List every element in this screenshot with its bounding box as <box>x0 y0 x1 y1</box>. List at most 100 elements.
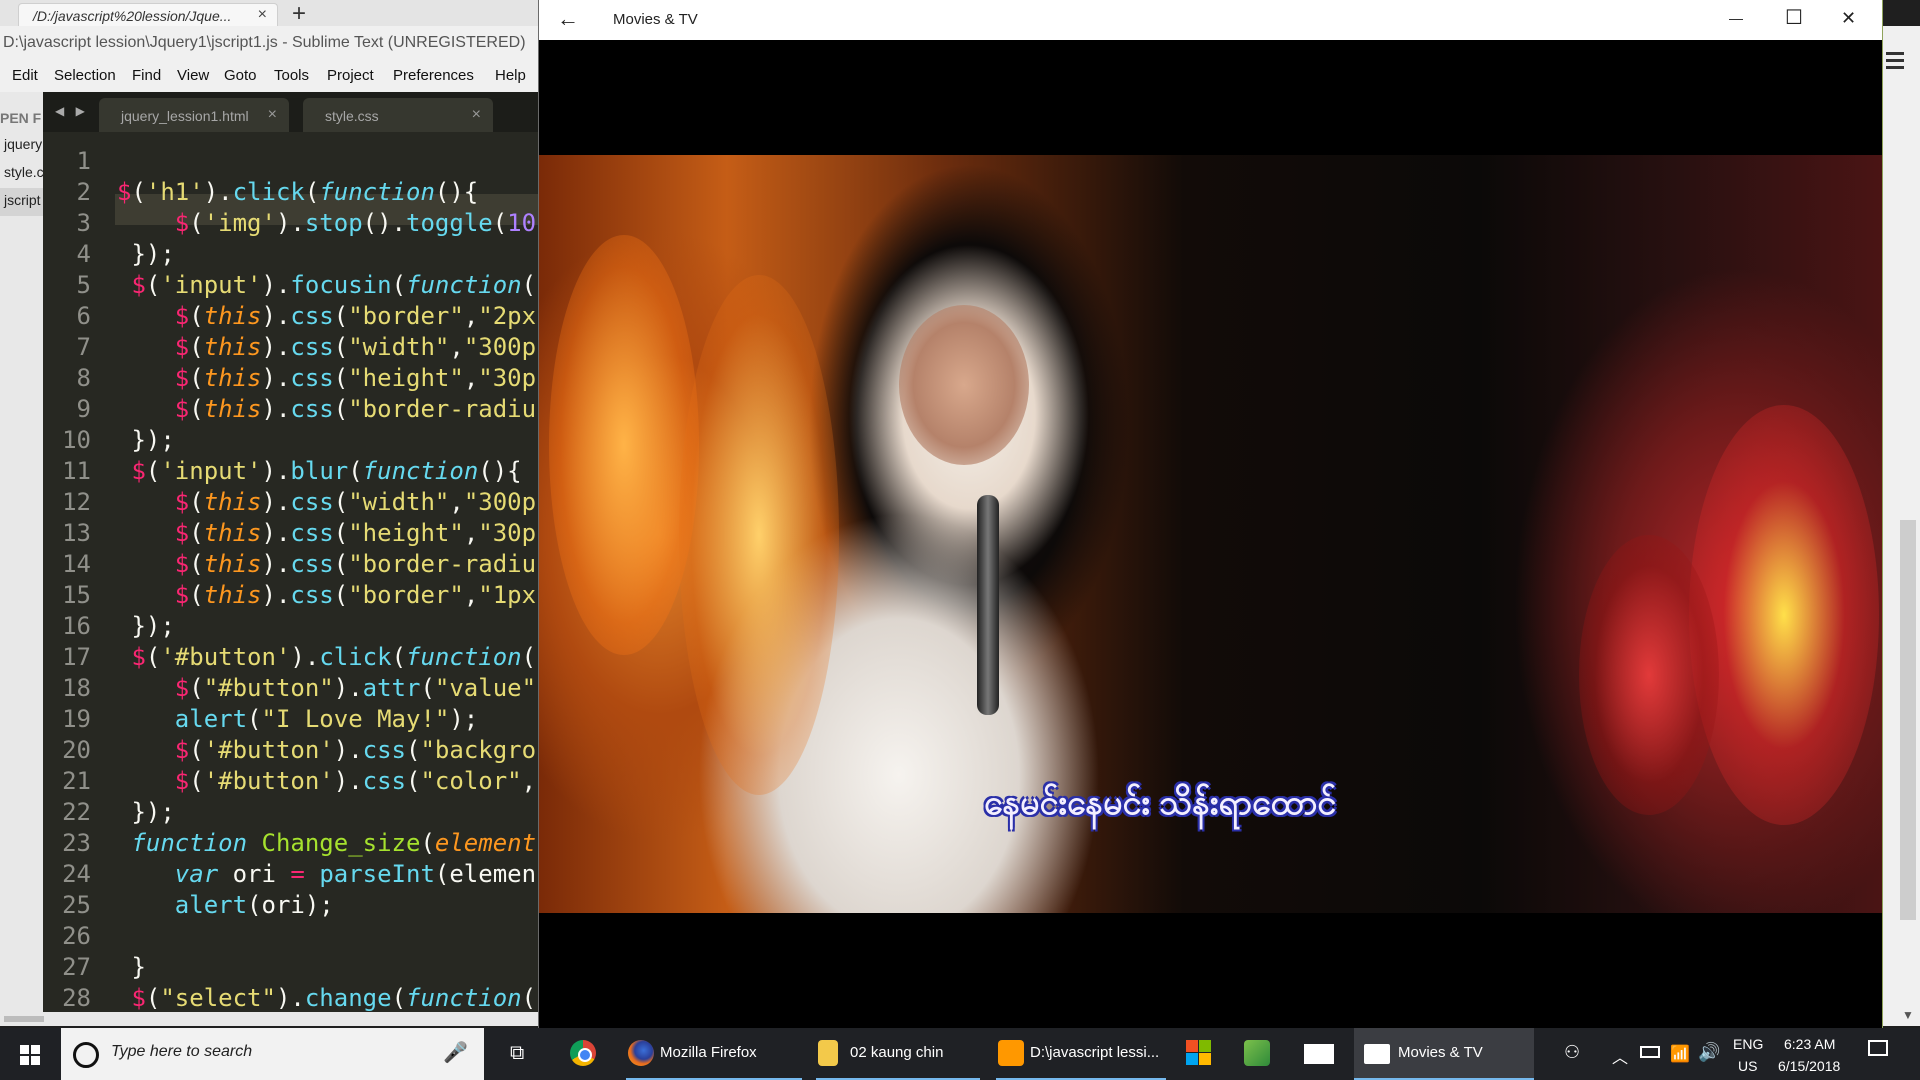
code-line-15: $(this).css("border","1px <box>174 581 537 609</box>
tab-jquery-lession1[interactable]: jquery_lession1.html × <box>99 98 289 132</box>
volume-icon[interactable]: 🔊 <box>1698 1042 1720 1063</box>
stage-light <box>679 275 839 795</box>
taskbar-app-label: Mozilla Firefox <box>660 1044 757 1061</box>
flower-bouquet <box>1689 405 1879 825</box>
menu-view[interactable]: View <box>177 67 209 84</box>
scroll-thumb[interactable] <box>4 1016 44 1022</box>
paint-icon <box>1244 1040 1270 1066</box>
video-frame[interactable]: နေမင်းနေမင်း သိန်းရာထောင် <box>539 155 1882 913</box>
line-number: 5 <box>76 271 91 299</box>
store-icon-part <box>1199 1040 1211 1052</box>
task-view-button[interactable]: ⧉ <box>500 1028 540 1080</box>
chrome-button[interactable] <box>566 1028 606 1080</box>
microphone <box>977 495 999 715</box>
menu-tools[interactable]: Tools <box>274 67 309 84</box>
code-line-25: alert(ori); <box>174 891 334 919</box>
movies-tv-taskbar-button[interactable]: Movies & TV <box>1354 1028 1534 1080</box>
browser-tab-close-icon[interactable]: × <box>258 6 267 24</box>
start-button[interactable] <box>0 1028 58 1080</box>
taskbar-app-label: 02 kaung chin <box>850 1044 944 1061</box>
mail-button[interactable] <box>1304 1028 1338 1080</box>
cortana-icon <box>73 1042 99 1068</box>
menu-edit[interactable]: Edit <box>12 67 38 84</box>
scroll-down-arrow-icon[interactable]: ▼ <box>1902 1008 1914 1022</box>
sidebar-file-jscript[interactable]: jscript <box>4 192 41 208</box>
windows-logo-icon <box>20 1045 40 1065</box>
line-number: 10 <box>62 426 91 454</box>
line-number: 21 <box>62 767 91 795</box>
paint-button[interactable] <box>1244 1028 1274 1080</box>
code-line-10: }); <box>117 426 175 454</box>
hamburger-menu-icon[interactable] <box>1886 52 1904 73</box>
action-center-icon[interactable] <box>1868 1040 1888 1056</box>
tab-close-icon[interactable]: × <box>472 106 481 124</box>
minimize-button[interactable]: — <box>1729 10 1743 26</box>
people-icon[interactable]: ⚇ <box>1564 1042 1580 1063</box>
browser-tabbar: /D:/javascript%20lession/Jque... × + <box>0 0 540 28</box>
new-tab-button[interactable]: + <box>292 0 306 28</box>
code-area[interactable]: 1 2 3 4 5 6 7 8 9 10 11 12 13 14 15 16 17 18 19 20 21 22 23 24 2… <box>43 132 540 1012</box>
menu-help[interactable]: Help <box>495 67 526 84</box>
battery-icon[interactable] <box>1640 1046 1660 1058</box>
background-vertical-scrollbar[interactable] <box>1900 520 1916 920</box>
code-line-20: $('#button').css("backgro <box>174 736 537 764</box>
menu-project[interactable]: Project <box>327 67 374 84</box>
line-number: 1 <box>76 147 91 175</box>
sidebar-header: PEN F <box>0 110 42 126</box>
line-number: 28 <box>62 984 91 1012</box>
firefox-taskbar-button[interactable]: Mozilla Firefox <box>626 1028 802 1080</box>
store-icon-part <box>1186 1053 1198 1065</box>
app-title: Movies & TV <box>613 11 698 28</box>
explorer-taskbar-button[interactable]: 02 kaung chin <box>816 1028 980 1080</box>
chevron-up-icon[interactable]: ︿ <box>1612 1044 1628 1068</box>
line-number: 17 <box>62 643 91 671</box>
network-icon[interactable]: 📶 <box>1670 1044 1690 1064</box>
menu-selection[interactable]: Selection <box>54 67 116 84</box>
microphone-icon[interactable]: 🎤 <box>443 1040 468 1065</box>
stage-light <box>549 235 699 655</box>
code-line-19: alert("I Love May!"); <box>174 705 479 733</box>
menu-find[interactable]: Find <box>132 67 161 84</box>
back-arrow-icon[interactable]: ← <box>557 6 579 32</box>
language-bottom[interactable]: US <box>1738 1058 1757 1074</box>
line-number: 22 <box>62 798 91 826</box>
store-button[interactable] <box>1186 1028 1216 1080</box>
line-number: 9 <box>76 395 91 423</box>
clock-time[interactable]: 6:23 AM <box>1784 1036 1835 1052</box>
code-line-22: }); <box>117 798 175 826</box>
sidebar-file-jquery[interactable]: jquery <box>4 136 42 152</box>
menu-preferences[interactable]: Preferences <box>393 67 474 84</box>
code-line-27: } <box>117 953 146 981</box>
taskbar-app-label: D:\javascript lessi... <box>1030 1044 1160 1061</box>
browser-tab[interactable]: /D:/javascript%20lession/Jque... × <box>18 3 278 27</box>
code-line-13: $(this).css("height","30p <box>174 519 537 547</box>
sidebar-file-style[interactable]: style.c <box>4 164 44 180</box>
line-number: 24 <box>62 860 91 888</box>
line-number: 14 <box>62 550 91 578</box>
sublime-sidebar <box>0 92 43 1026</box>
tab-close-icon[interactable]: × <box>268 106 277 124</box>
taskbar-search[interactable]: Type here to search 🎤 <box>61 1028 484 1080</box>
maximize-button[interactable]: ☐ <box>1785 5 1803 30</box>
code-line-3: $('img').stop().toggle(10 <box>174 209 537 237</box>
close-button[interactable]: ✕ <box>1841 8 1856 29</box>
tab-scroll-arrows-icon[interactable]: ◀ ▶ <box>55 104 89 118</box>
sublime-taskbar-button[interactable]: D:\javascript lessi... <box>996 1028 1166 1080</box>
taskbar-app-label: Movies & TV <box>1398 1044 1483 1061</box>
tab-label: style.css <box>325 108 379 124</box>
tab-label: jquery_lession1.html <box>121 108 249 124</box>
line-number: 8 <box>76 364 91 392</box>
mail-icon <box>1304 1044 1334 1064</box>
code-line-5: $('input').focusin(function( <box>131 271 537 299</box>
clock-date[interactable]: 6/15/2018 <box>1778 1058 1840 1074</box>
line-number: 27 <box>62 953 91 981</box>
code-editor[interactable]: ◀ ▶ jquery_lession1.html × style.css × 1… <box>43 92 540 1026</box>
menu-goto[interactable]: Goto <box>224 67 257 84</box>
editor-horizontal-scrollbar[interactable] <box>0 1012 540 1026</box>
code-line-17: $('#button').click(function( <box>131 643 537 671</box>
tab-style-css[interactable]: style.css × <box>303 98 493 132</box>
movies-tv-window: ← Movies & TV — ☐ ✕ နေမင်းနေမင်း သိန်းရာ… <box>538 0 1883 1028</box>
line-number: 6 <box>76 302 91 330</box>
line-number: 23 <box>62 829 91 857</box>
language-top[interactable]: ENG <box>1733 1036 1763 1052</box>
